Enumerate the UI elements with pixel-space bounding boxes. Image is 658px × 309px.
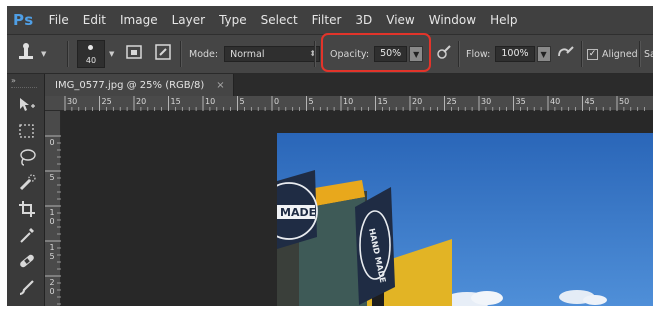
ruler-label: 25 xyxy=(101,97,112,106)
mode-select[interactable]: Normal ⬍ xyxy=(224,46,321,62)
lasso-icon xyxy=(20,149,36,166)
ruler-label: 30 xyxy=(481,97,492,106)
photoshop-window: Ps File Edit Image Layer Type Select Fil… xyxy=(7,6,653,306)
horizontal-ruler[interactable]: 30 25 20 15 10 5 0 5 10 15 20 25 30 35 40 45 50 xyxy=(45,96,653,111)
menu-file[interactable]: File xyxy=(42,6,76,34)
pen-pressure-icon xyxy=(435,43,453,65)
menu-window[interactable]: Window xyxy=(422,6,483,34)
toggle-brush-panel-button[interactable] xyxy=(153,35,173,73)
menu-image[interactable]: Image xyxy=(113,6,165,34)
flow-label: Flow: xyxy=(466,48,491,60)
ruler-label: 5 xyxy=(308,97,314,106)
menu-filter[interactable]: Filter xyxy=(305,6,349,34)
airbrush-button[interactable] xyxy=(556,35,576,73)
clone-stamp-icon xyxy=(15,41,37,67)
lasso-tool[interactable] xyxy=(16,146,38,168)
sample-label: Sa xyxy=(644,48,653,60)
ruler-label: 30 xyxy=(67,97,78,106)
ruler-label: 5 xyxy=(239,97,245,106)
collapse-panel-icon[interactable]: » xyxy=(11,76,16,85)
menu-3d[interactable]: 3D xyxy=(348,6,379,34)
ruler-label: 0 xyxy=(49,138,55,147)
mode-value: Normal xyxy=(230,49,265,60)
marquee-icon xyxy=(19,124,34,138)
brush-size-picker[interactable]: 40 ▼ xyxy=(77,35,114,73)
menu-layer[interactable]: Layer xyxy=(165,6,212,34)
flow-slider-button[interactable]: ▼ xyxy=(536,46,551,62)
move-icon xyxy=(20,98,35,111)
tools-panel: » xyxy=(7,74,45,306)
brush-size-value: 40 xyxy=(85,56,97,65)
opacity-slider-button[interactable]: ▼ xyxy=(409,46,424,62)
brush-icon xyxy=(19,280,34,296)
ruler-label: 10 xyxy=(49,208,55,226)
ruler-label: 40 xyxy=(550,97,561,106)
chevron-down-icon: ▼ xyxy=(540,49,547,59)
ruler-label: 20 xyxy=(136,97,147,106)
brush-preview: 40 xyxy=(77,40,105,68)
quick-selection-icon xyxy=(19,174,36,191)
panel-grip[interactable] xyxy=(11,87,37,90)
menu-view[interactable]: View xyxy=(379,6,421,34)
clone-source-panel-button[interactable] xyxy=(124,35,144,73)
quick-selection-tool[interactable] xyxy=(16,172,38,194)
aligned-label: Aligned xyxy=(602,48,638,60)
ruler-label: 15 xyxy=(49,243,55,261)
healing-brush-tool[interactable] xyxy=(16,250,38,272)
document-tab-bar: IMG_0577.jpg @ 25% (RGB/8) × xyxy=(7,74,653,96)
menu-edit[interactable]: Edit xyxy=(76,6,113,34)
chevron-down-icon: ▼ xyxy=(413,49,420,59)
ruler-label: 0 xyxy=(274,97,280,106)
brush-tool[interactable] xyxy=(16,276,38,298)
crop-tool[interactable] xyxy=(16,198,38,220)
ruler-label: 25 xyxy=(446,97,457,106)
document-tab-label: IMG_0577.jpg @ 25% (RGB/8) xyxy=(55,79,205,91)
menu-bar: Ps File Edit Image Layer Type Select Fil… xyxy=(7,6,653,34)
ruler-label: 20 xyxy=(49,278,55,296)
chevron-down-icon: ▼ xyxy=(109,50,115,58)
menu-type[interactable]: Type xyxy=(212,6,254,34)
document-tab[interactable]: IMG_0577.jpg @ 25% (RGB/8) × xyxy=(45,74,234,96)
vertical-ruler[interactable]: 0 5 10 15 20 xyxy=(45,111,61,306)
ruler-label: 15 xyxy=(170,97,181,106)
sign-text: MADE xyxy=(280,206,316,219)
airbrush-icon xyxy=(556,43,576,65)
opacity-label: Opacity: xyxy=(330,48,370,60)
mode-label: Mode: xyxy=(189,48,219,60)
tool-preset-picker[interactable]: ▼ xyxy=(15,35,46,73)
photoshop-logo: Ps xyxy=(13,11,34,29)
menu-select[interactable]: Select xyxy=(254,6,305,34)
eyedropper-icon xyxy=(20,228,34,243)
photo-building-signs: MADE HAND MADE xyxy=(277,133,653,306)
ruler-label: 45 xyxy=(584,97,595,106)
clone-source-icon xyxy=(124,42,144,66)
ruler-label: 5 xyxy=(49,173,55,182)
ruler-label: 10 xyxy=(205,97,216,106)
document-image[interactable]: MADE HAND MADE xyxy=(277,133,653,306)
move-tool[interactable] xyxy=(16,94,38,116)
ruler-label: 10 xyxy=(343,97,354,106)
healing-brush-icon xyxy=(20,254,34,268)
flow-input[interactable]: 100% xyxy=(495,46,535,62)
eyedropper-tool[interactable] xyxy=(16,224,38,246)
pressure-opacity-button[interactable] xyxy=(435,35,453,73)
checkbox-icon: ✓ xyxy=(587,48,598,60)
crop-icon xyxy=(19,201,35,217)
ruler-label: 35 xyxy=(515,97,526,106)
menu-help[interactable]: Help xyxy=(483,6,524,34)
chevron-down-icon: ▼ xyxy=(41,50,47,58)
brush-panel-icon xyxy=(153,42,173,66)
opacity-input[interactable]: 50% xyxy=(374,46,408,62)
options-bar: ▼ 40 ▼ Mode: Normal ⬍ Opacity: 50% ▼ Flo… xyxy=(7,33,653,74)
ruler-label: 15 xyxy=(377,97,388,106)
marquee-tool[interactable] xyxy=(16,120,38,142)
ruler-label: 20 xyxy=(412,97,423,106)
brush-dot-icon xyxy=(88,45,93,50)
aligned-checkbox[interactable]: ✓ Aligned xyxy=(587,35,638,73)
ruler-label: 50 xyxy=(619,97,630,106)
close-icon[interactable]: × xyxy=(216,80,224,91)
